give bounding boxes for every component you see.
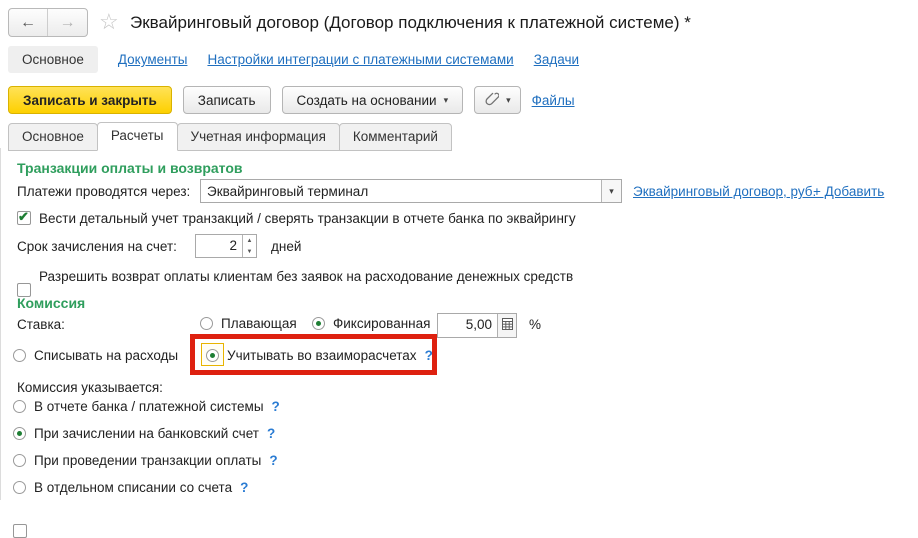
create-based-on-button[interactable]: Создать на основании ▾ bbox=[282, 86, 464, 114]
rate-floating-radio[interactable] bbox=[200, 317, 213, 330]
calculator-button[interactable] bbox=[497, 314, 516, 337]
separate-debit-help-icon[interactable]: ? bbox=[240, 480, 248, 495]
forward-arrow-icon: → bbox=[60, 14, 76, 32]
back-button[interactable]: ← bbox=[9, 9, 48, 36]
tab-bar: Основное Расчеты Учетная информация Комм… bbox=[8, 122, 451, 151]
tab-main[interactable]: Основное bbox=[8, 123, 98, 151]
checkmark-icon: ✔ bbox=[18, 209, 29, 225]
bank-account-radio[interactable] bbox=[13, 427, 26, 440]
bank-report-help-icon[interactable]: ? bbox=[272, 399, 280, 414]
detailed-accounting-checkbox[interactable]: ✔ bbox=[17, 211, 31, 225]
cutoff-checkbox[interactable] bbox=[13, 524, 27, 538]
commission-specified-label: Комиссия указывается: bbox=[17, 380, 163, 395]
tab-calculations[interactable]: Расчеты bbox=[97, 122, 178, 151]
allow-refund-label: Разрешить возврат оплаты клиентам без за… bbox=[39, 269, 573, 284]
nav-link-integration-settings[interactable]: Настройки интеграции с платежными систем… bbox=[207, 52, 513, 67]
payment-transaction-help-icon[interactable]: ? bbox=[269, 453, 277, 468]
write-off-radio[interactable] bbox=[13, 349, 26, 362]
payments-via-label: Платежи проводятся через: bbox=[17, 184, 190, 199]
separate-debit-radio[interactable] bbox=[13, 481, 26, 494]
commission-option-payment-transaction: При проведении транзакции оплаты ? bbox=[13, 453, 278, 468]
bank-account-label: При зачислении на банковский счет bbox=[34, 426, 259, 441]
separate-debit-label: В отдельном списании со счета bbox=[34, 480, 232, 495]
write-off-label: Списывать на расходы bbox=[34, 348, 178, 363]
term-input[interactable]: 2 bbox=[196, 235, 242, 257]
calculator-icon bbox=[502, 318, 513, 333]
page-title: Эквайринговый договор (Договор подключен… bbox=[130, 13, 691, 33]
settlements-radio[interactable] bbox=[206, 349, 219, 362]
term-unit-label: дней bbox=[271, 239, 301, 254]
rate-floating-label: Плавающая bbox=[221, 316, 297, 331]
paperclip-icon bbox=[484, 91, 499, 109]
commission-write-off-option: Списывать на расходы bbox=[13, 348, 178, 363]
rate-label: Ставка: bbox=[17, 317, 65, 332]
rate-value-input[interactable]: 5,00 bbox=[438, 314, 497, 337]
commission-settlements-option: Учитывать во взаиморасчетах ? bbox=[206, 348, 433, 363]
spin-up-icon[interactable]: ▲ bbox=[243, 235, 256, 246]
toolbar: Записать и закрыть Записать Создать на о… bbox=[8, 86, 575, 114]
commission-option-separate-debit: В отдельном списании со счета ? bbox=[13, 480, 248, 495]
section-heading-commission: Комиссия bbox=[17, 295, 85, 311]
files-link[interactable]: Файлы bbox=[532, 93, 575, 108]
tab-accounting-info[interactable]: Учетная информация bbox=[177, 123, 340, 151]
history-nav: ← → bbox=[8, 8, 88, 37]
settlements-label: Учитывать во взаиморасчетах bbox=[227, 348, 417, 363]
payments-via-input[interactable] bbox=[201, 180, 601, 202]
rate-option-fixed: Фиксированная bbox=[312, 316, 430, 331]
payment-transaction-label: При проведении транзакции оплаты bbox=[34, 453, 261, 468]
rate-value-box: 5,00 bbox=[437, 313, 517, 338]
content-left-border bbox=[0, 148, 1, 500]
acquiring-contract-link[interactable]: Эквайринговый договор, руб. bbox=[633, 184, 816, 199]
spin-down-icon[interactable]: ▼ bbox=[243, 246, 256, 257]
back-arrow-icon: ← bbox=[20, 14, 36, 32]
save-and-close-label: Записать и закрыть bbox=[23, 93, 157, 108]
bank-account-help-icon[interactable]: ? bbox=[267, 426, 275, 441]
payment-transaction-radio[interactable] bbox=[13, 454, 26, 467]
settlements-help-icon[interactable]: ? bbox=[425, 348, 433, 363]
rate-unit-label: % bbox=[529, 317, 541, 332]
favorite-star-icon[interactable]: ☆ bbox=[99, 9, 119, 35]
term-spinner: 2 ▲ ▼ bbox=[195, 234, 257, 258]
add-link[interactable]: + Добавить bbox=[813, 184, 884, 199]
nav-link-tasks[interactable]: Задачи bbox=[534, 52, 579, 67]
commission-option-bank-account: При зачислении на банковский счет ? bbox=[13, 426, 275, 441]
payments-via-dropdown-button[interactable]: ▾ bbox=[601, 180, 621, 202]
chevron-down-icon: ▾ bbox=[506, 95, 511, 106]
payments-via-combobox: ▾ bbox=[200, 179, 622, 203]
rate-fixed-label: Фиксированная bbox=[333, 316, 430, 331]
tab-comment[interactable]: Комментарий bbox=[339, 123, 452, 151]
save-button[interactable]: Записать bbox=[183, 86, 271, 114]
create-based-on-label: Создать на основании bbox=[297, 93, 437, 108]
nav-link-documents[interactable]: Документы bbox=[118, 52, 188, 67]
term-label: Срок зачисления на счет: bbox=[17, 239, 177, 254]
bank-report-label: В отчете банка / платежной системы bbox=[34, 399, 264, 414]
chevron-down-icon: ▾ bbox=[444, 95, 449, 106]
rate-option-floating: Плавающая bbox=[200, 316, 297, 331]
save-and-close-button[interactable]: Записать и закрыть bbox=[8, 86, 172, 114]
section-heading-transactions: Транзакции оплаты и возвратов bbox=[17, 160, 243, 176]
attachments-button[interactable]: ▾ bbox=[474, 86, 521, 114]
commission-option-bank-report: В отчете банка / платежной системы ? bbox=[13, 399, 280, 414]
save-label: Записать bbox=[198, 93, 256, 108]
rate-fixed-radio[interactable] bbox=[312, 317, 325, 330]
nav-item-main[interactable]: Основное bbox=[8, 46, 98, 73]
forward-button[interactable]: → bbox=[48, 9, 87, 36]
chevron-down-icon: ▾ bbox=[609, 186, 614, 197]
bank-report-radio[interactable] bbox=[13, 400, 26, 413]
nav-links-row: Основное Документы Настройки интеграции … bbox=[8, 46, 579, 73]
detailed-accounting-label: Вести детальный учет транзакций / сверят… bbox=[39, 211, 576, 226]
